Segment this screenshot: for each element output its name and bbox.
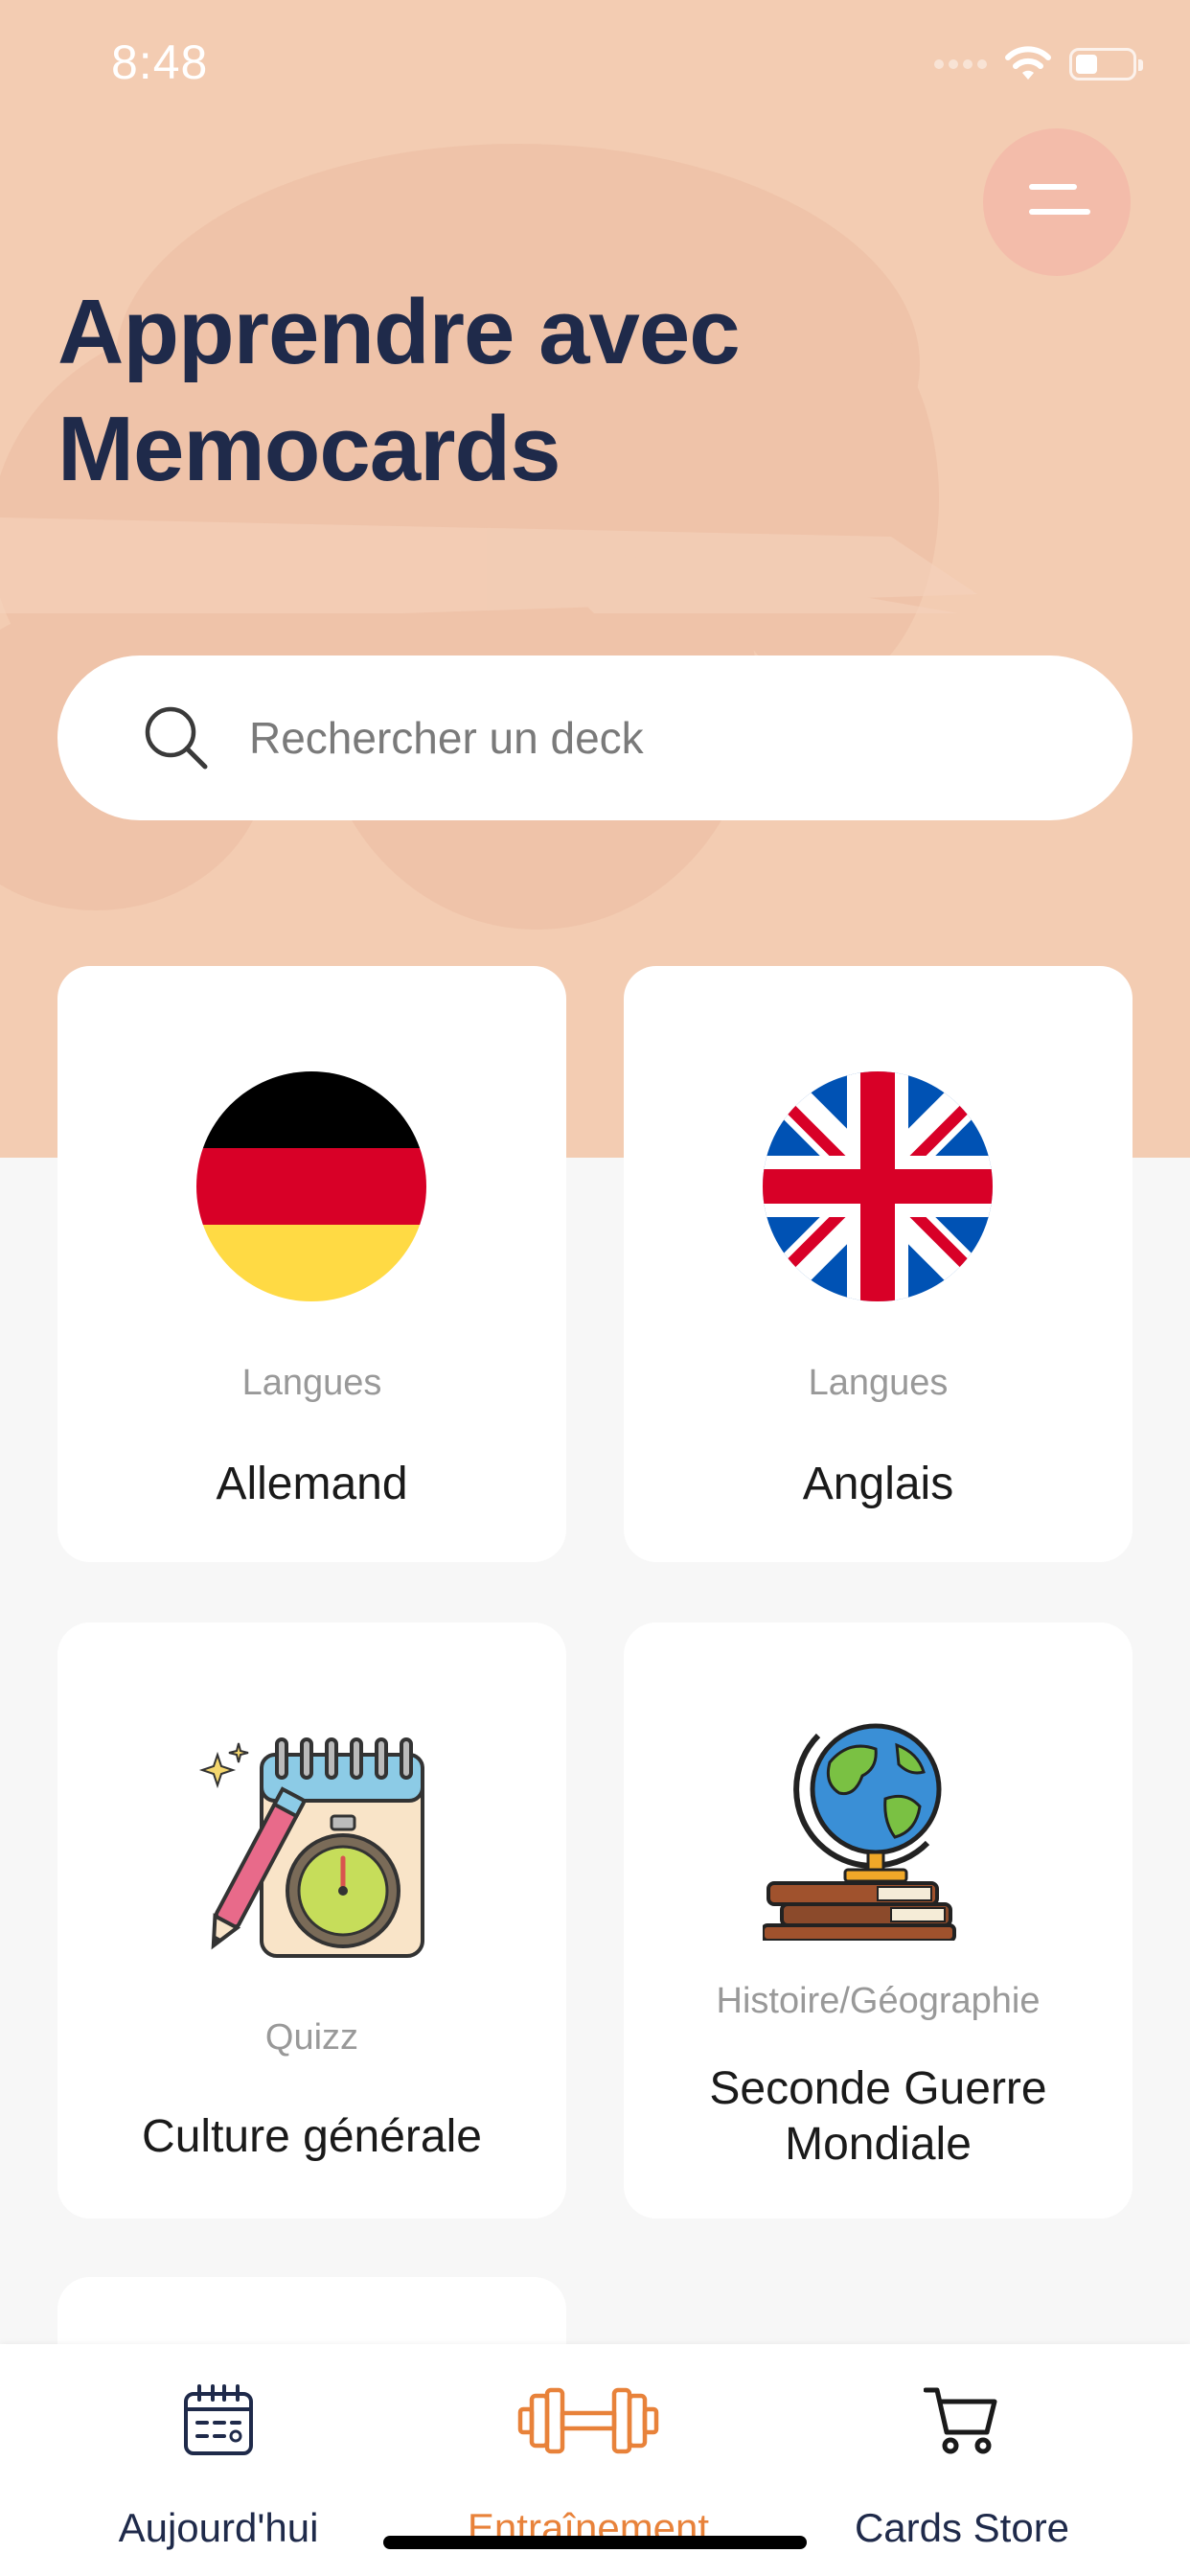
home-indicator[interactable] bbox=[383, 2536, 807, 2549]
deck-card-seconde-guerre-mondiale[interactable]: Histoire/Géographie Seconde Guerre Mondi… bbox=[624, 1622, 1133, 2219]
tab-cards-store[interactable]: Cards Store bbox=[764, 2344, 1160, 2576]
deck-title: Seconde Guerre Mondiale bbox=[709, 2063, 1047, 2170]
deck-title: Anglais bbox=[802, 1459, 954, 1509]
tab-aujourdhui[interactable]: Aujourd'hui bbox=[20, 2344, 417, 2576]
deck-card-allemand[interactable]: Langues Allemand bbox=[57, 966, 566, 1562]
search-input[interactable] bbox=[249, 702, 1092, 774]
page-title: Apprendre avec Memocards bbox=[57, 281, 741, 500]
search-bar[interactable] bbox=[57, 656, 1133, 820]
dumbbell-icon bbox=[517, 2387, 659, 2454]
globe-books-icon bbox=[763, 1723, 956, 1941]
deck-category: Langues bbox=[241, 1363, 382, 1403]
deck-card-culture-generale[interactable]: Quizz Culture générale bbox=[57, 1622, 566, 2219]
deck-category: Langues bbox=[808, 1363, 949, 1403]
deck-title: Allemand bbox=[216, 1459, 408, 1509]
status-bar: 8:48 bbox=[0, 0, 1190, 126]
tab-label: Aujourd'hui bbox=[118, 2505, 319, 2550]
signal-icon bbox=[934, 59, 987, 69]
tab-label: Cards Store bbox=[854, 2505, 1070, 2550]
status-icons bbox=[934, 40, 1143, 88]
calendar-icon bbox=[184, 2384, 253, 2455]
status-time: 8:48 bbox=[111, 35, 209, 89]
uk-flag-icon bbox=[763, 1071, 993, 1301]
cart-icon bbox=[924, 2387, 997, 2454]
deck-category: Histoire/Géographie bbox=[716, 1981, 1041, 2021]
germany-flag-icon bbox=[196, 1071, 426, 1301]
deck-category: Quizz bbox=[264, 2017, 359, 2058]
battery-icon bbox=[1069, 48, 1143, 80]
menu-button[interactable] bbox=[983, 128, 1131, 276]
notepad-stopwatch-icon bbox=[198, 1737, 424, 1958]
deck-title: Culture générale bbox=[142, 2111, 482, 2162]
deck-card-anglais[interactable]: Langues Anglais bbox=[624, 966, 1133, 1562]
wifi-icon bbox=[1005, 46, 1051, 80]
search-icon bbox=[145, 706, 208, 770]
